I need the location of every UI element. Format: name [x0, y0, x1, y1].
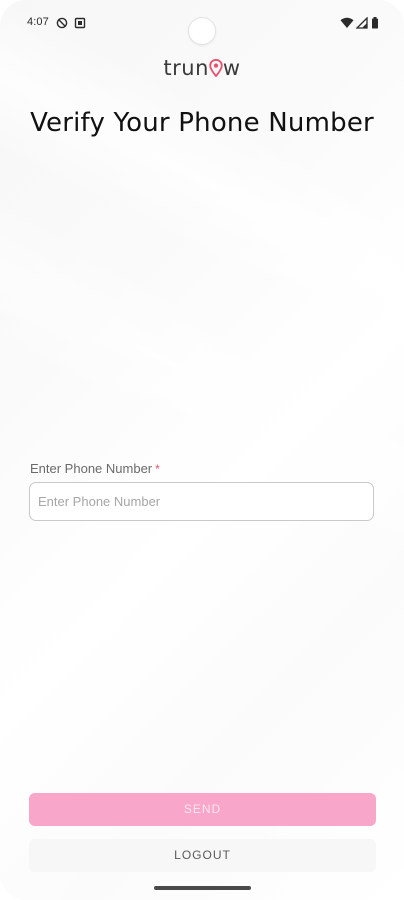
logo-text-start: trun	[163, 56, 209, 80]
location-pin-icon	[209, 58, 223, 82]
phone-field-label-text: Enter Phone Number	[30, 461, 153, 476]
phone-field-label: Enter Phone Number *	[30, 461, 160, 476]
signal-icon	[355, 16, 368, 29]
battery-icon	[371, 16, 379, 29]
verify-phone-screen: 4:07 trun w Verify Your Phone Number Ent…	[0, 0, 404, 900]
status-time: 4:07	[27, 16, 49, 28]
do-not-disturb-icon	[56, 16, 68, 29]
navigation-handle[interactable]	[154, 886, 251, 890]
app-logo: trun w	[0, 56, 404, 82]
wifi-icon	[340, 16, 354, 28]
page-title: Verify Your Phone Number	[30, 108, 374, 138]
logo-text-end: w	[222, 56, 241, 80]
notification-icon	[74, 16, 86, 29]
send-button[interactable]: SEND	[29, 793, 376, 826]
camera-cutout	[189, 18, 215, 44]
status-bar: 4:07	[0, 0, 404, 48]
background-streak	[0, 196, 404, 584]
logout-button[interactable]: LOGOUT	[29, 839, 376, 872]
required-marker: *	[155, 462, 160, 476]
phone-number-input[interactable]	[29, 482, 374, 521]
